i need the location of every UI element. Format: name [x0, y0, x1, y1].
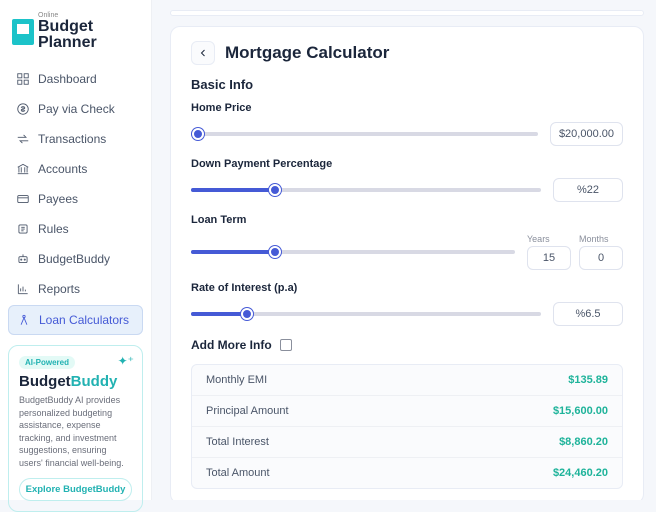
loan-term-slider[interactable] [191, 243, 515, 261]
results-box: Monthly EMI $135.89 Principal Amount $15,6… [191, 364, 623, 489]
back-button[interactable] [191, 41, 215, 65]
sidebar: Online Budget Planner Dashboard Pay via … [0, 0, 152, 500]
compass-icon [17, 313, 31, 327]
slider-thumb[interactable] [192, 128, 204, 140]
section-title: Basic Info [191, 77, 623, 92]
sidebar-item-transactions[interactable]: Transactions [8, 125, 143, 153]
sidebar-item-label: Loan Calculators [39, 313, 129, 327]
budgetbuddy-promo: ✦⁺ AI-Powered BudgetBuddy BudgetBuddy AI… [8, 345, 143, 512]
result-value: $135.89 [568, 374, 608, 386]
sidebar-item-loan-calculators[interactable]: Loan Calculators [8, 305, 143, 335]
result-row: Monthly EMI $135.89 [192, 365, 622, 396]
brand-mark-icon [12, 19, 34, 45]
card-icon [16, 192, 30, 206]
sidebar-item-budgetbuddy[interactable]: BudgetBuddy [8, 245, 143, 273]
calculator-card: Mortgage Calculator Basic Info Home Pric… [170, 26, 644, 500]
robot-icon [16, 252, 30, 266]
bb-description: BudgetBuddy AI provides personalized bud… [19, 394, 132, 470]
sparkle-icon: ✦⁺ [118, 354, 134, 368]
down-payment-slider[interactable] [191, 181, 541, 199]
brand-line2: Planner [38, 34, 97, 51]
sidebar-item-dashboard[interactable]: Dashboard [8, 65, 143, 93]
result-row: Principal Amount $15,600.00 [192, 396, 622, 427]
sidebar-item-rules[interactable]: Rules [8, 215, 143, 243]
result-label: Total Interest [206, 436, 269, 448]
sidebar-item-payees[interactable]: Payees [8, 185, 143, 213]
sidebar-item-accounts[interactable]: Accounts [8, 155, 143, 183]
arrows-icon [16, 132, 30, 146]
brand-logo: Online Budget Planner [8, 8, 143, 55]
sidebar-item-label: Rules [38, 222, 69, 236]
home-price-input[interactable]: $20,000.00 [550, 122, 623, 146]
rate-label: Rate of Interest (p.a) [191, 282, 623, 294]
page-title: Mortgage Calculator [225, 43, 389, 63]
sidebar-item-label: Reports [38, 282, 80, 296]
sidebar-item-reports[interactable]: Reports [8, 275, 143, 303]
top-spacer-card [170, 10, 644, 16]
chart-icon [16, 282, 30, 296]
result-row: Total Interest $8,860.20 [192, 427, 622, 458]
slider-thumb[interactable] [241, 308, 253, 320]
result-label: Total Amount [206, 467, 270, 479]
years-label: Years [527, 234, 550, 244]
bb-badge: AI-Powered [19, 356, 75, 369]
add-more-checkbox[interactable] [280, 339, 292, 351]
sidebar-item-label: Payees [38, 192, 78, 206]
sidebar-item-label: Transactions [38, 132, 106, 146]
home-price-slider[interactable] [191, 125, 538, 143]
loan-term-label: Loan Term [191, 214, 623, 226]
result-row: Total Amount $24,460.20 [192, 458, 622, 488]
dollar-icon [16, 102, 30, 116]
slider-thumb[interactable] [269, 246, 281, 258]
result-label: Monthly EMI [206, 374, 267, 386]
add-more-label: Add More Info [191, 338, 272, 352]
explore-budgetbuddy-button[interactable]: Explore BudgetBuddy [19, 478, 132, 501]
sidebar-item-label: Accounts [38, 162, 87, 176]
brand-line1: Budget [38, 18, 93, 35]
result-value: $8,860.20 [559, 436, 608, 448]
dashboard-icon [16, 72, 30, 86]
months-label: Months [579, 234, 609, 244]
sidebar-item-pay-via-check[interactable]: Pay via Check [8, 95, 143, 123]
sidebar-item-label: Pay via Check [38, 102, 115, 116]
home-price-label: Home Price [191, 102, 623, 114]
result-value: $24,460.20 [553, 467, 608, 479]
slider-thumb[interactable] [269, 184, 281, 196]
sidebar-item-label: Dashboard [38, 72, 97, 86]
months-input[interactable]: 0 [579, 246, 623, 270]
result-value: $15,600.00 [553, 405, 608, 417]
bb-title-b: Buddy [71, 373, 118, 390]
result-label: Principal Amount [206, 405, 289, 417]
down-payment-input[interactable]: %22 [553, 178, 623, 202]
down-payment-label: Down Payment Percentage [191, 158, 623, 170]
rules-icon [16, 222, 30, 236]
bank-icon [16, 162, 30, 176]
sidebar-item-label: BudgetBuddy [38, 252, 110, 266]
bb-title-a: Budget [19, 373, 71, 390]
nav: Dashboard Pay via Check Transactions Acc… [8, 65, 143, 335]
rate-slider[interactable] [191, 305, 541, 323]
years-input[interactable]: 15 [527, 246, 571, 270]
rate-input[interactable]: %6.5 [553, 302, 623, 326]
main-content: Mortgage Calculator Basic Info Home Pric… [152, 0, 656, 500]
